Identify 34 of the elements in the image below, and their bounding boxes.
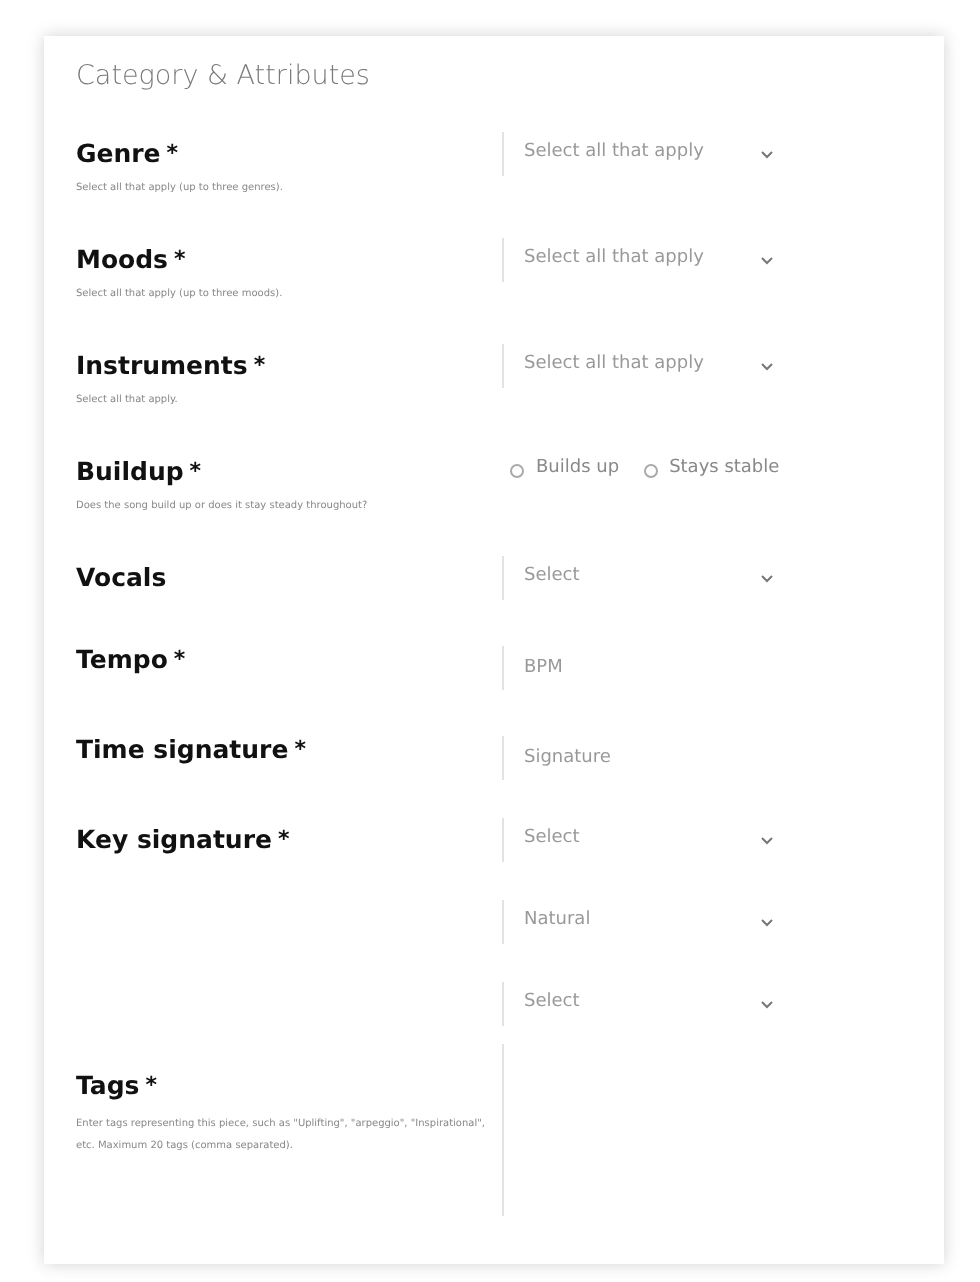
required-mark: * <box>145 1072 158 1099</box>
chevron-down-icon <box>760 999 774 1010</box>
chevron-down-icon <box>760 917 774 928</box>
select-field[interactable]: Natural <box>502 900 782 945</box>
field-label: Tags <box>76 1070 140 1101</box>
chevron-down-icon <box>760 835 774 846</box>
field-label: Key signature <box>76 824 272 855</box>
required-mark: * <box>294 736 306 763</box>
radio-option[interactable]: Stays stable <box>643 456 780 484</box>
select-field[interactable]: Select <box>502 982 782 1027</box>
required-mark: * <box>189 458 202 485</box>
select-field[interactable]: Select all that apply <box>502 344 782 389</box>
field-label: Moods <box>76 244 169 275</box>
required-mark: * <box>253 352 266 379</box>
select-field[interactable]: Select <box>502 818 782 863</box>
select-field[interactable]: Select <box>502 556 782 601</box>
field-label: Time signature <box>76 734 289 765</box>
radio-option[interactable]: Builds up <box>510 456 620 484</box>
required-mark: * <box>174 246 186 273</box>
required-mark: * <box>277 826 290 853</box>
chevron-down-icon <box>760 361 774 372</box>
field-label: Tempo <box>76 644 168 675</box>
field-label: Vocals <box>76 562 167 593</box>
field-label: Instruments <box>76 350 248 381</box>
section-title: Category & Attributes <box>76 60 372 93</box>
select-field[interactable]: Select all that apply <box>502 132 782 177</box>
required-mark: * <box>166 140 179 167</box>
field-label: Genre <box>76 138 161 169</box>
chevron-down-icon <box>760 255 774 266</box>
select-field[interactable]: Select all that apply <box>502 238 782 283</box>
chevron-down-icon <box>760 149 774 160</box>
chevron-down-icon <box>760 573 774 584</box>
field-label: Buildup <box>76 456 184 487</box>
required-mark: * <box>173 646 186 673</box>
